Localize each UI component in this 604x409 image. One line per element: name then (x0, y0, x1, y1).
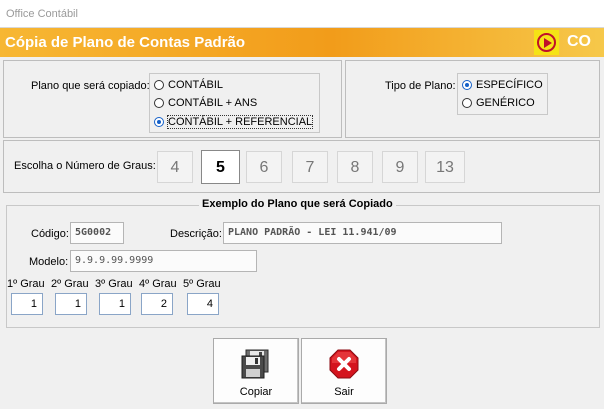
grau-option-7[interactable]: 7 (292, 151, 328, 183)
plano-label: Plano que será copiado: (31, 80, 150, 92)
close-x-icon (329, 349, 359, 379)
radio-contabil-ans[interactable]: CONTÁBIL + ANS (154, 95, 257, 111)
grau-5-label: 5º Grau (183, 278, 221, 290)
radio-generico-dot (462, 98, 472, 108)
modelo-field[interactable]: 9.9.9.99.9999 (70, 250, 257, 272)
grau-option-6[interactable]: 6 (246, 151, 282, 183)
grau-2-value[interactable]: 1 (55, 293, 87, 315)
radio-contabil[interactable]: CONTÁBIL (154, 77, 223, 93)
grau-1-value[interactable]: 1 (11, 293, 43, 315)
radio-contabil-ans-dot (154, 98, 164, 108)
grau-3-label: 3º Grau (95, 278, 133, 290)
window-title: Office Contábil (6, 8, 78, 20)
radio-especifico-dot (462, 80, 472, 90)
grau-3-value[interactable]: 1 (99, 293, 131, 315)
radio-contabil-dot (154, 80, 164, 90)
descricao-field[interactable]: PLANO PADRÃO - LEI 11.941/09 (223, 222, 502, 244)
radio-generico[interactable]: GENÉRICO (462, 95, 535, 111)
grau-5-value[interactable]: 4 (187, 293, 219, 315)
grau-2-label: 2º Grau (51, 278, 89, 290)
grau-4-label: 4º Grau (139, 278, 177, 290)
grau-4-value[interactable]: 2 (141, 293, 173, 315)
radio-generico-label: GENÉRICO (476, 97, 535, 109)
radio-contabil-referencial-dot (154, 117, 164, 127)
radio-especifico-label: ESPECÍFICO (476, 79, 543, 91)
radio-contabil-referencial[interactable]: CONTÁBIL + REFERENCIAL (154, 114, 314, 130)
page-title: Cópia de Plano de Contas Padrão (5, 34, 246, 51)
radio-contabil-ans-label: CONTÁBIL + ANS (168, 97, 258, 109)
grau-option-9[interactable]: 9 (382, 151, 418, 183)
modelo-label: Modelo: (29, 256, 69, 268)
radio-contabil-referencial-label: CONTÁBIL + REFERENCIAL (166, 115, 314, 129)
window-titlebar: Office Contábil (0, 0, 604, 28)
grau-1-label: 1º Grau (7, 278, 45, 290)
grau-option-5[interactable]: 5 (201, 150, 240, 184)
grau-option-13[interactable]: 13 (425, 151, 465, 183)
grau-option-8[interactable]: 8 (337, 151, 373, 183)
radio-especifico[interactable]: ESPECÍFICO (462, 77, 543, 93)
descricao-label: Descrição: (170, 228, 222, 240)
exemplo-legend: Exemplo do Plano que será Copiado (199, 198, 396, 210)
codigo-label: Código: (31, 228, 69, 240)
copiar-button[interactable]: Copiar (213, 338, 299, 404)
play-circle-icon[interactable] (534, 30, 559, 55)
tipo-label: Tipo de Plano: (385, 80, 456, 92)
copiar-label: Copiar (239, 386, 273, 398)
radio-contabil-label: CONTÁBIL (168, 79, 224, 91)
sair-label: Sair (334, 386, 354, 398)
sair-button[interactable]: Sair (301, 338, 387, 404)
save-floppy-icon (241, 349, 269, 379)
brand-logo: CO (567, 33, 591, 50)
header-banner: Cópia de Plano de Contas Padrão CO (0, 28, 604, 57)
grau-option-4[interactable]: 4 (157, 151, 193, 183)
graus-label: Escolha o Número de Graus: (14, 160, 156, 172)
codigo-field[interactable]: 5G0002 (70, 222, 124, 244)
